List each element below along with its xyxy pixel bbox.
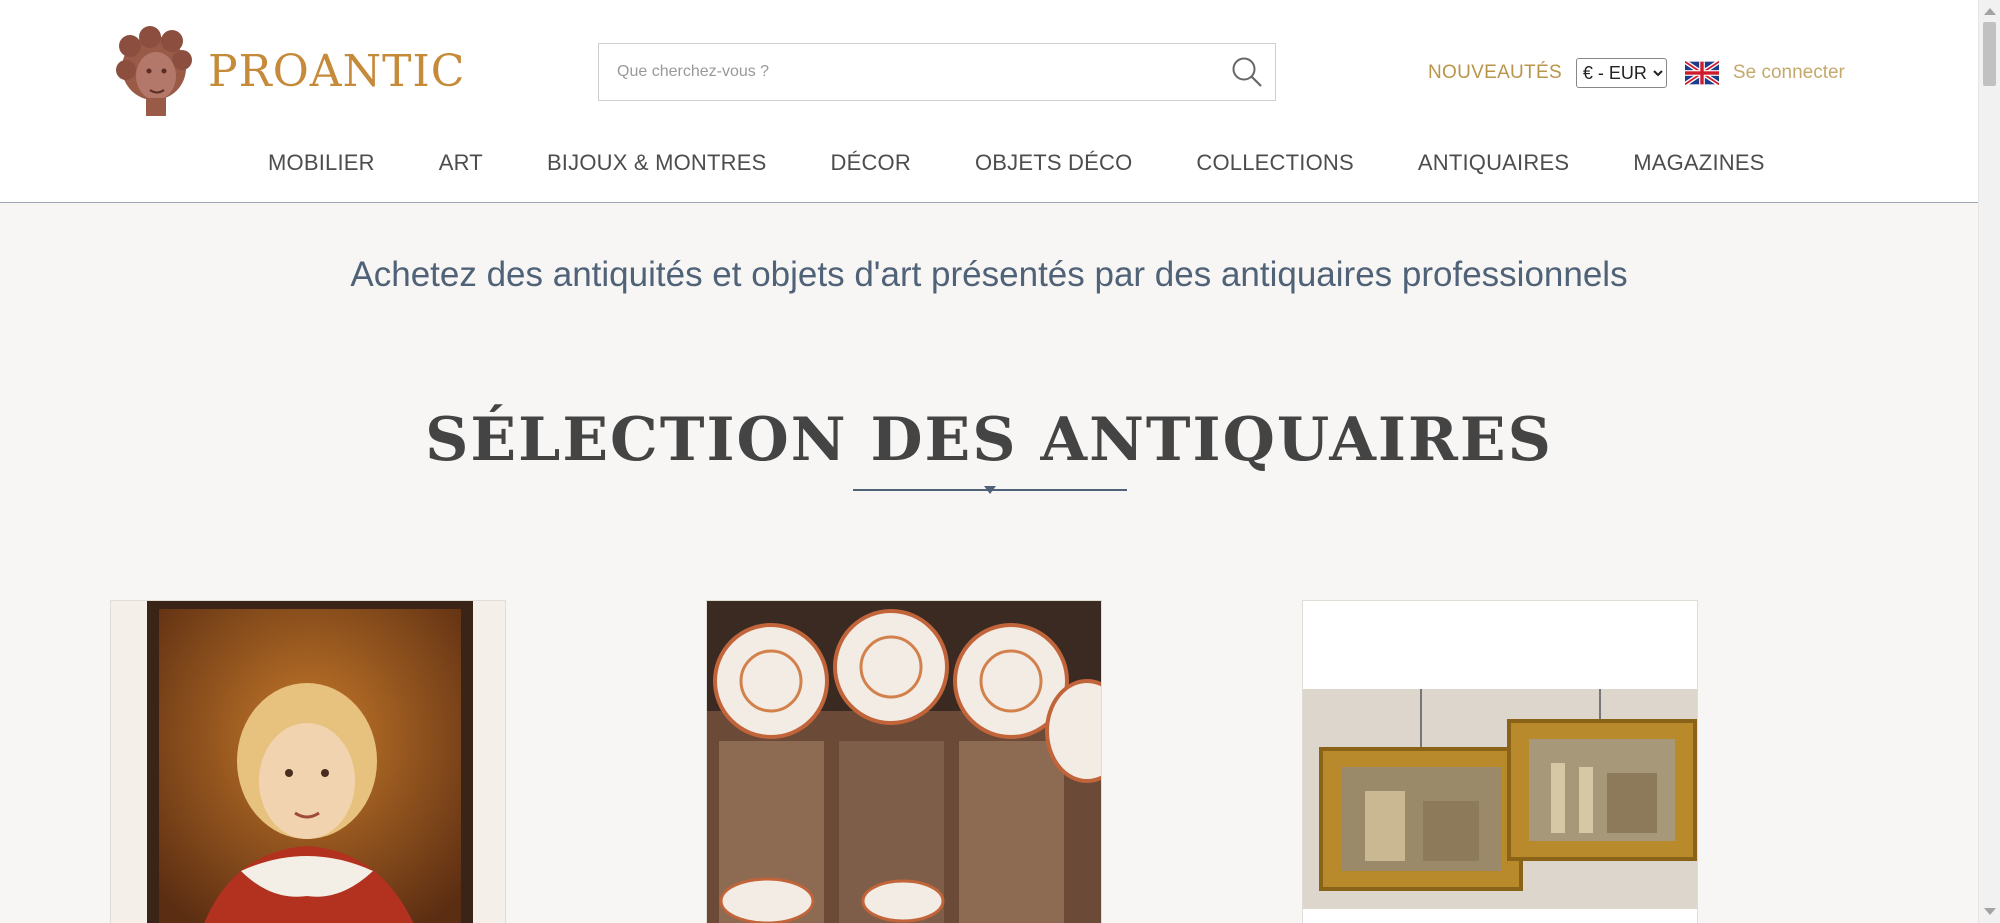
logo-text: PROANTIC (208, 45, 466, 97)
search-icon (1232, 57, 1262, 87)
nav-item-mobilier[interactable]: MOBILIER (268, 150, 375, 176)
uk-flag-icon[interactable] (1684, 61, 1719, 85)
page-scrollbar[interactable] (1978, 0, 2000, 923)
site-logo[interactable]: PROANTIC (110, 22, 464, 120)
product-image-framed-paintings (1303, 601, 1697, 923)
login-link[interactable]: Se connecter (1733, 62, 1845, 84)
nav-item-decor[interactable]: DÉCOR (831, 150, 911, 176)
site-header: PROANTIC NOUVEAUTÉS € - EUR Se connecter… (0, 0, 1978, 203)
search-bar (598, 43, 1276, 101)
search-button[interactable] (1219, 44, 1275, 100)
selection-carousel (110, 600, 1847, 923)
product-image-porcelain (707, 601, 1101, 923)
new-arrivals-link[interactable]: NOUVEAUTÉS (1428, 62, 1562, 84)
nav-item-antiquaires[interactable]: ANTIQUAIRES (1418, 150, 1569, 176)
divider-ornament (984, 486, 996, 494)
currency-select[interactable]: € - EUR (1575, 58, 1667, 88)
scrollbar-thumb[interactable] (1983, 22, 1996, 86)
section-title: SÉLECTION DES ANTIQUAIRES (425, 405, 1553, 475)
nav-item-objets-deco[interactable]: OBJETS DÉCO (975, 150, 1132, 176)
nav-item-art[interactable]: ART (439, 150, 483, 176)
nav-item-collections[interactable]: COLLECTIONS (1196, 150, 1353, 176)
search-input[interactable] (599, 44, 1219, 100)
product-card[interactable] (1302, 600, 1698, 923)
nav-item-bijoux-montres[interactable]: BIJOUX & MONTRES (547, 150, 767, 176)
product-card[interactable] (706, 600, 1102, 923)
scroll-up-arrow-icon[interactable] (1984, 8, 1996, 15)
product-image-portrait (111, 601, 505, 923)
logo-head-icon (110, 24, 200, 119)
product-card[interactable] (110, 600, 506, 923)
page-tagline: Achetez des antiquités et objets d'art p… (350, 255, 1628, 294)
scroll-down-arrow-icon[interactable] (1984, 908, 1996, 915)
header-actions: NOUVEAUTÉS € - EUR Se connecter (1428, 56, 1845, 90)
nav-item-magazines[interactable]: MAGAZINES (1633, 150, 1764, 176)
main-nav: MOBILIER ART BIJOUX & MONTRES DÉCOR OBJE… (110, 124, 1847, 202)
